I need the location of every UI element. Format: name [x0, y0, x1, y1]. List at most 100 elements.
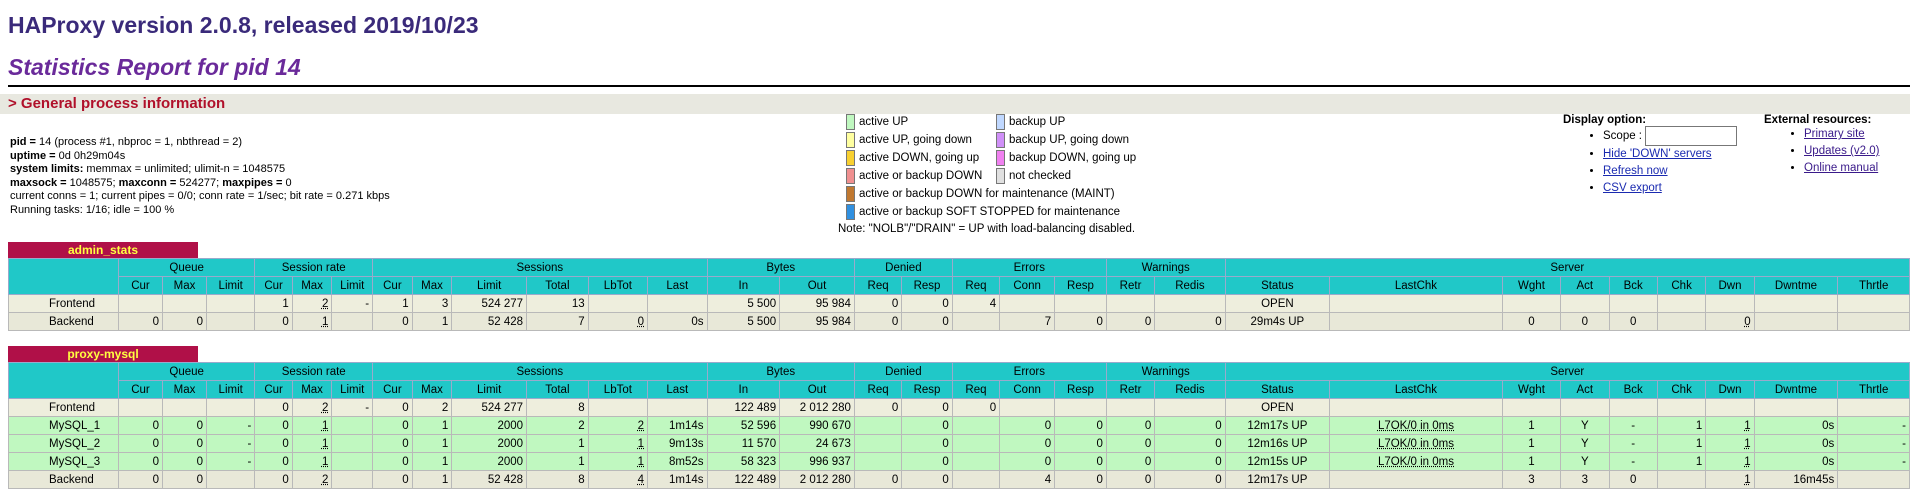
table-cell: 122 489 — [706, 470, 781, 489]
table-cell: Y — [1560, 452, 1610, 471]
legend-note: Note: "NOLB"/"DRAIN" = UP with load-bala… — [838, 223, 1136, 235]
row-label[interactable]: MySQL_2 — [8, 434, 119, 453]
table-cell — [951, 416, 1001, 435]
table-cell — [1560, 294, 1610, 313]
proxy-name-admin_stats[interactable]: admin_stats — [8, 242, 198, 259]
table-cell — [118, 294, 163, 313]
column-header: In — [706, 276, 781, 295]
column-header: Req — [853, 380, 903, 399]
table-cell — [1501, 398, 1562, 417]
limits-value: memmax = unlimited; ulimit-n = 1048575 — [83, 163, 286, 175]
table-cell: 2000 — [451, 434, 528, 453]
primary-site-link[interactable]: Primary site — [1804, 128, 1865, 140]
legend-swatch — [846, 114, 855, 130]
table-cell: 1 — [1501, 434, 1562, 453]
group-header: Queue — [117, 362, 256, 381]
table-cell: 0 — [254, 452, 293, 471]
table-cell — [853, 452, 903, 471]
row-label[interactable]: MySQL_3 — [8, 452, 119, 471]
group-header: Sessions — [372, 362, 708, 381]
report-title: Statistics Report for pid 14 — [8, 54, 301, 80]
table-cell: 0 — [1105, 470, 1156, 489]
corner-header — [8, 258, 119, 295]
uptime-value: 0d 0h29m04s — [55, 149, 126, 162]
table-row: MySQL_3 0 0-0 1 0 1 2000 1 1 8m52s 58 323 996 937 0 0… — [8, 452, 1910, 471]
column-header: Max — [162, 380, 207, 399]
table-cell — [331, 312, 374, 331]
table-cell — [1054, 294, 1107, 313]
table-cell: 1 — [1705, 452, 1755, 471]
table-cell: 0 — [1054, 452, 1107, 471]
table-cell: 0 — [372, 312, 413, 331]
table-cell: 0 — [118, 470, 163, 489]
legend-swatch — [996, 132, 1005, 148]
table-cell: 0 — [853, 312, 903, 331]
group-header: Bytes — [706, 258, 855, 277]
table-cell: 1 — [1656, 416, 1707, 435]
online-manual-link[interactable]: Online manual — [1804, 162, 1878, 174]
table-cell: 0 — [1560, 312, 1610, 331]
group-header: Queue — [117, 258, 256, 277]
table-cell: 0 — [1501, 312, 1562, 331]
table-cell — [951, 470, 1001, 489]
row-label[interactable]: MySQL_1 — [8, 416, 119, 435]
group-header: Server — [1224, 258, 1911, 277]
table-cell: 0 — [1154, 470, 1226, 489]
row-label[interactable]: Frontend — [8, 398, 119, 417]
row-label[interactable]: Backend — [8, 312, 119, 331]
legend-swatch — [846, 204, 855, 220]
table-cell — [1656, 398, 1707, 417]
table-cell: 7 — [526, 312, 589, 331]
general-info-heading: > General process information — [0, 94, 1910, 114]
table-cell: 0 — [118, 416, 163, 435]
table-cell: 9m13s — [647, 434, 708, 453]
table-cell: 1 — [1656, 452, 1707, 471]
table-cell — [1705, 294, 1755, 313]
updates-link[interactable]: Updates (v2.0) — [1804, 145, 1879, 157]
table-cell: 58 323 — [706, 452, 781, 471]
scope-input[interactable] — [1645, 126, 1738, 146]
maxpipes-value: 0 — [282, 176, 292, 189]
tasks-info: Running tasks: 1/16; idle = 100 % — [10, 203, 175, 216]
external-resources: External resources: Primary site Updates… — [1764, 114, 1879, 177]
row-label[interactable]: Backend — [8, 470, 119, 489]
table-cell — [1837, 470, 1910, 489]
table-cell: 0 — [901, 434, 953, 453]
table-cell: 0 — [1105, 434, 1156, 453]
column-header: In — [706, 380, 781, 399]
table-cell — [1154, 398, 1226, 417]
table-cell: 2 — [411, 398, 453, 417]
display-options-title: Display option: — [1563, 114, 1647, 126]
table-cell: 0 — [901, 416, 953, 435]
table-cell: 0 — [1054, 434, 1107, 453]
refresh-link[interactable]: Refresh now — [1603, 165, 1668, 177]
legend-label: backup UP — [1009, 116, 1066, 128]
table-cell: OPEN — [1224, 398, 1331, 417]
column-header: Limit — [205, 276, 256, 295]
column-header: Last — [647, 276, 708, 295]
table-cell: 0 — [254, 470, 293, 489]
column-header: Wght — [1501, 276, 1562, 295]
scope-item: Scope : — [1603, 126, 1738, 146]
table-cell: OPEN — [1224, 294, 1331, 313]
group-header: Denied — [853, 362, 953, 381]
column-header: Dwn — [1705, 380, 1755, 399]
csv-export-link[interactable]: CSV export — [1603, 182, 1662, 194]
column-header: Resp — [1054, 276, 1107, 295]
column-header: Limit — [205, 380, 256, 399]
column-header: Req — [951, 380, 1001, 399]
table-cell: - — [331, 398, 374, 417]
group-header: Errors — [951, 362, 1107, 381]
table-cell: 1m14s — [647, 416, 708, 435]
table-cell: 0 — [1608, 470, 1658, 489]
proxy-name-proxy-mysql[interactable]: proxy-mysql — [8, 346, 198, 363]
hide-down-link[interactable]: Hide 'DOWN' servers — [1603, 148, 1712, 160]
column-header: LbTot — [587, 276, 649, 295]
table-cell — [1154, 294, 1226, 313]
table-cell: 95 984 — [779, 294, 855, 313]
row-label[interactable]: Frontend — [8, 294, 119, 313]
column-header: Redis — [1154, 380, 1226, 399]
column-header: Conn — [999, 276, 1056, 295]
table-cell: 0 — [1154, 434, 1226, 453]
table-cell: 1 — [1705, 470, 1755, 489]
